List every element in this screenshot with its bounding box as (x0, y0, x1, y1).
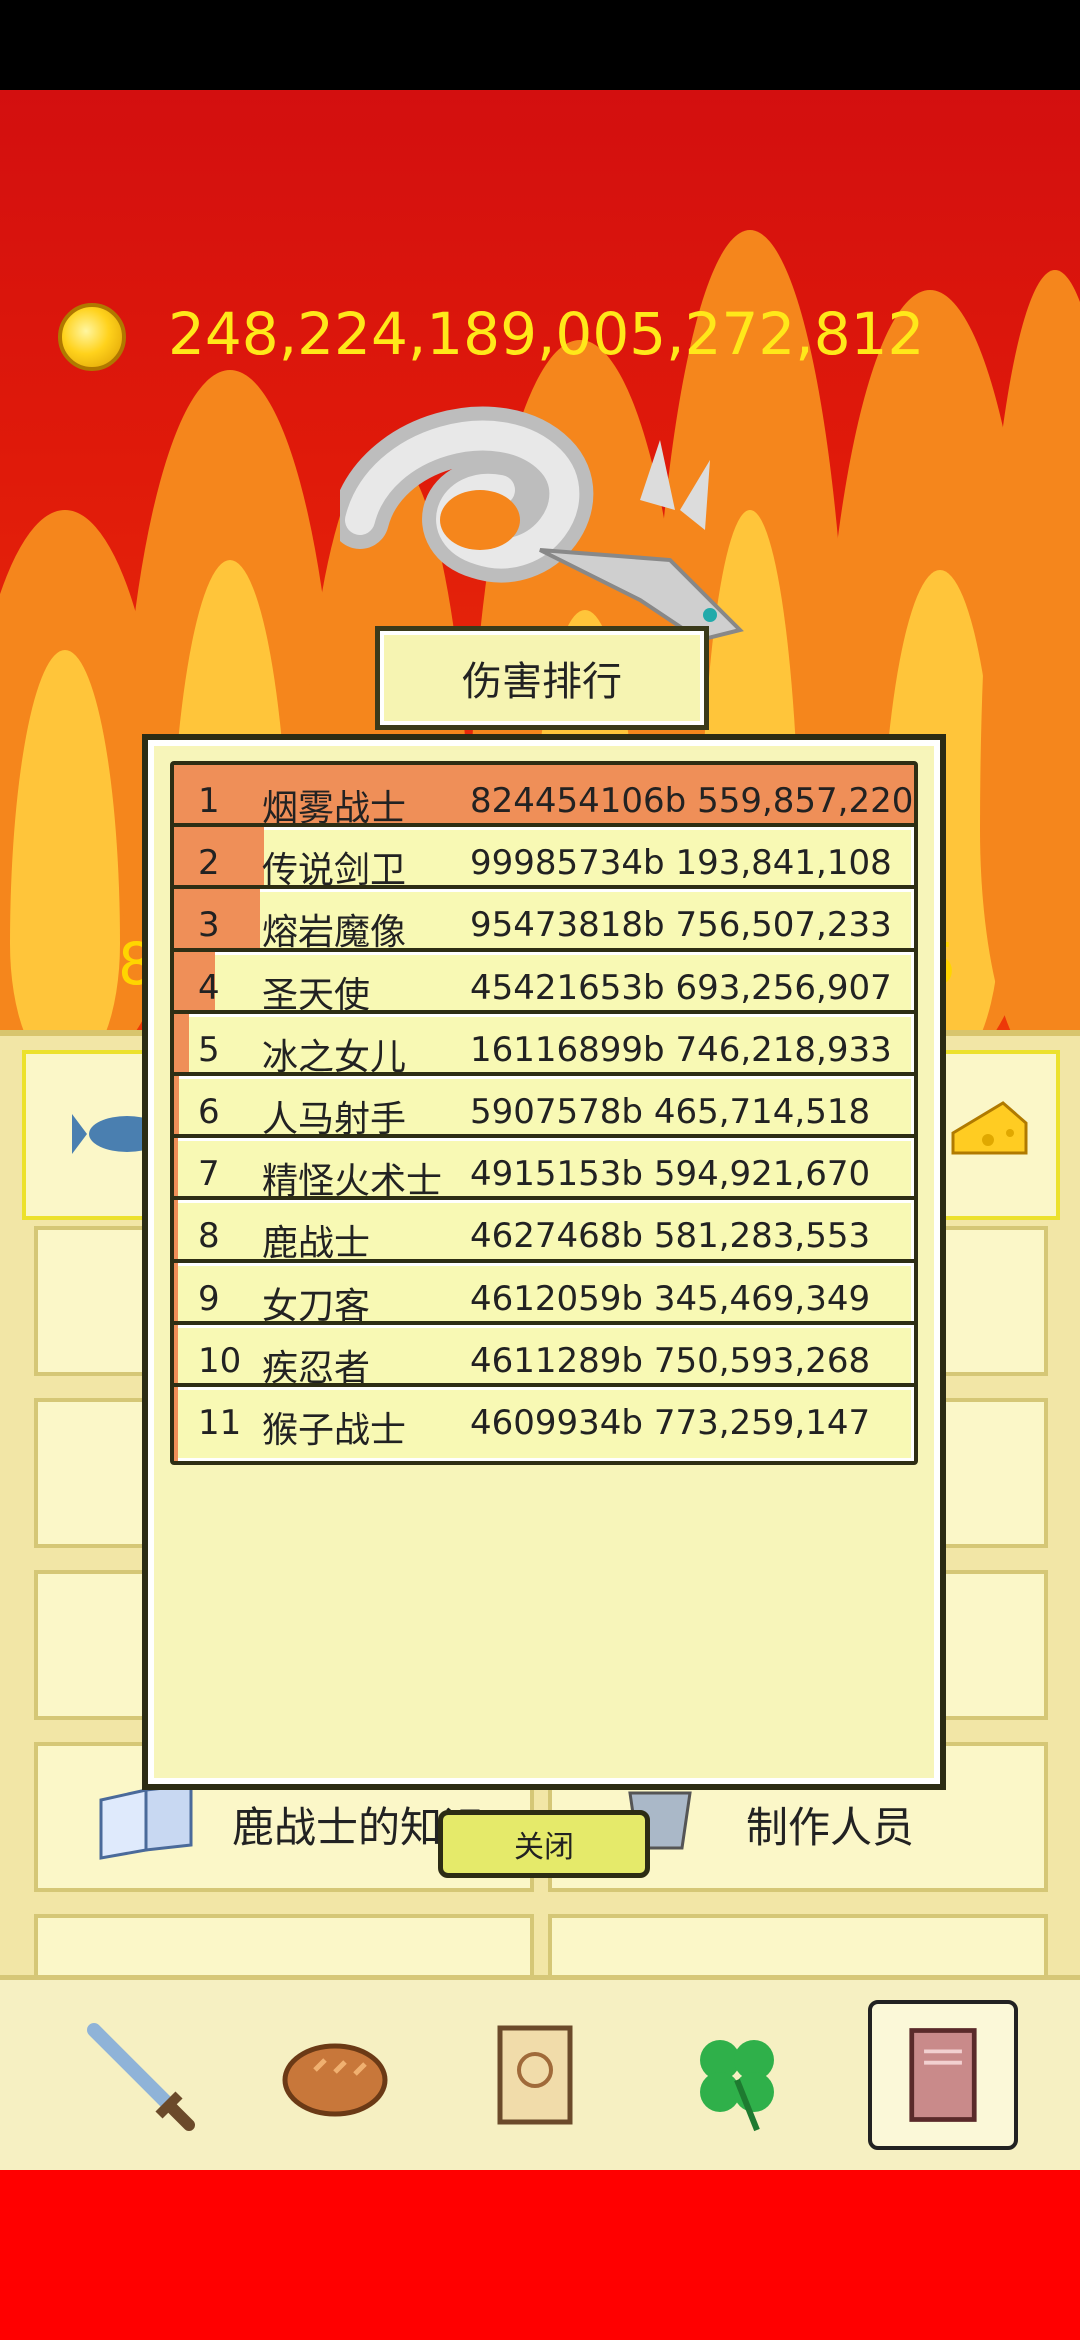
ranking-row: 11 猴子战士 4609934b 773,259,147 (170, 1383, 918, 1465)
rank-number: 9 (198, 1278, 220, 1319)
rank-number: 2 (198, 843, 220, 884)
rank-number: 6 (198, 1092, 220, 1132)
damage-value: 4611289b 750,593,268 (470, 1340, 871, 1381)
bottom-background (0, 2170, 1080, 2340)
credits-label: 制作人员 (746, 1803, 915, 1852)
bottom-tab-bar (0, 1975, 1080, 2170)
book-icon (909, 2028, 977, 2122)
cheese-icon[interactable] (948, 1088, 1028, 1168)
damage-value: 45421653b 693,256,907 (470, 967, 892, 1008)
tab-scroll[interactable] (460, 2000, 610, 2150)
gold-amount: 248,224,189,005,272,812 (168, 300, 925, 368)
rank-number: 10 (198, 1340, 242, 1381)
rank-number: 4 (198, 967, 220, 1008)
status-bar (0, 0, 1080, 90)
close-button[interactable]: 关闭 (438, 1810, 650, 1878)
damage-value: 95473818b 756,507,233 (470, 905, 892, 946)
tab-clover[interactable] (662, 2000, 812, 2150)
damage-value: 4915153b 594,921,670 (470, 1154, 871, 1195)
damage-value: 824454106b 559,857,220 (470, 781, 914, 821)
sword-icon (87, 2023, 195, 2131)
open-book-icon (99, 1783, 193, 1860)
rank-number: 5 (198, 1029, 220, 1070)
damage-ranking-dialog: 1 烟雾战士 824454106b 559,857,220 2 传说剑卫 99985734… (142, 734, 946, 1790)
rank-number: 7 (198, 1154, 220, 1195)
scroll-icon (497, 2025, 573, 2125)
damage-value: 4609934b 773,259,147 (470, 1403, 871, 1443)
rank-number: 8 (198, 1216, 220, 1257)
gold-coin-icon (58, 303, 126, 371)
tab-book[interactable] (868, 2000, 1018, 2150)
hero-name: 猴子战士 (262, 1410, 407, 1451)
damage-value: 4627468b 581,283,553 (470, 1216, 871, 1257)
damage-share-bar (174, 1387, 179, 1461)
damage-value: 4612059b 345,469,349 (470, 1278, 871, 1319)
rank-number: 3 (198, 905, 220, 946)
rank-number: 11 (198, 1403, 242, 1443)
clover-icon (700, 2040, 774, 2132)
tab-bread[interactable] (260, 2000, 410, 2150)
damage-value: 16116899b 746,218,933 (470, 1029, 892, 1070)
tab-sword[interactable] (64, 2000, 214, 2150)
damage-value: 99985734b 193,841,108 (470, 843, 892, 884)
bread-icon (282, 2043, 388, 2117)
ranking-title: 伤害排行 (375, 626, 709, 730)
rank-number: 1 (198, 781, 220, 821)
damage-value: 5907578b 465,714,518 (470, 1092, 871, 1132)
